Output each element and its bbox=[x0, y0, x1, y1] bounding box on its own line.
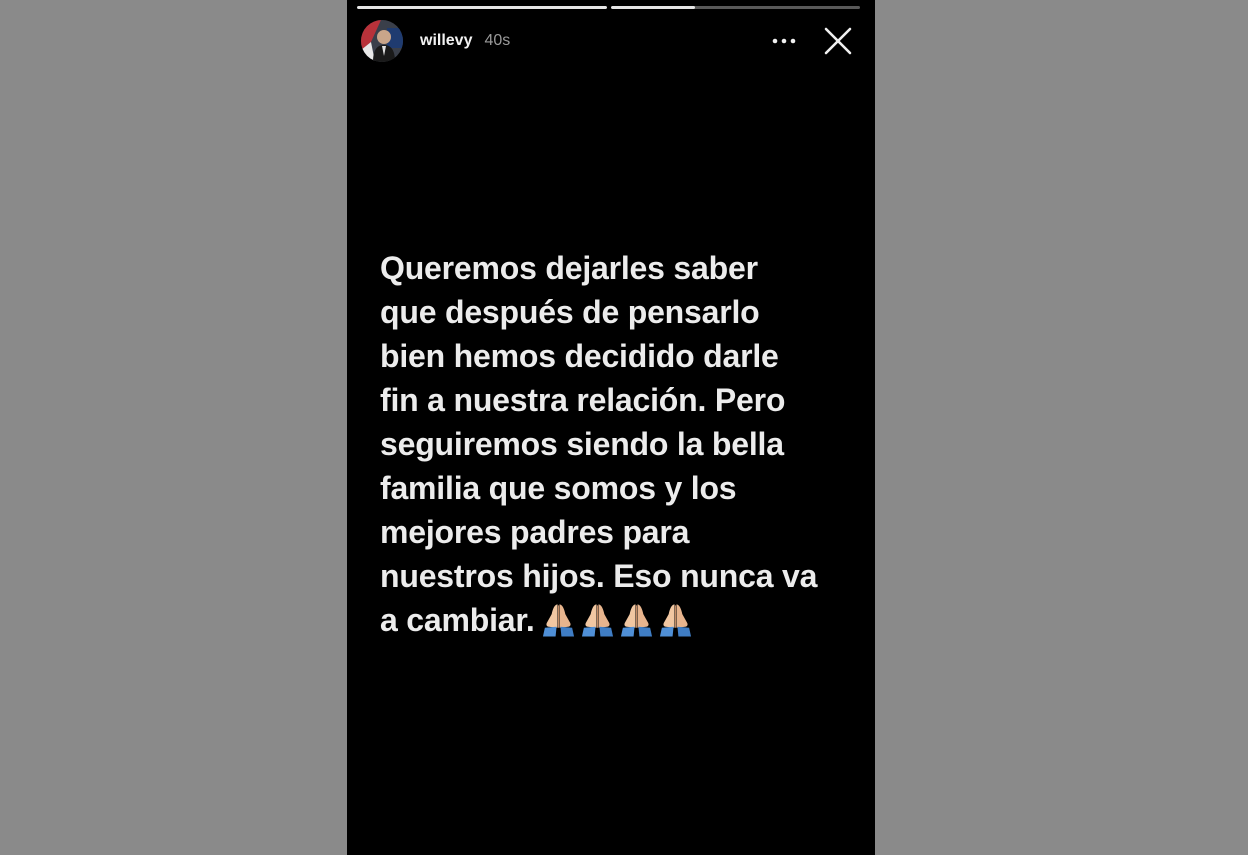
progress-segment-fill bbox=[357, 6, 607, 9]
story-viewer[interactable]: willevy 40s Queremos dejarles saber que … bbox=[347, 0, 875, 855]
emoji-row bbox=[541, 601, 693, 637]
username[interactable]: willevy bbox=[420, 32, 472, 50]
story-message: Queremos dejarles saber que después de p… bbox=[380, 250, 818, 638]
folded-hands-icon bbox=[581, 604, 613, 637]
story-text: Queremos dejarles saber que después de p… bbox=[380, 246, 850, 642]
progress-segment-fill bbox=[610, 6, 696, 9]
more-dots-icon bbox=[772, 38, 796, 44]
folded-hands-icon bbox=[659, 604, 691, 637]
page: willevy 40s Queremos dejarles saber que … bbox=[0, 0, 1248, 855]
story-header: willevy 40s bbox=[361, 19, 855, 63]
folded-hands-icon bbox=[542, 604, 574, 637]
close-icon bbox=[824, 27, 852, 55]
story-progress-bar bbox=[357, 6, 860, 9]
timestamp: 40s bbox=[484, 32, 511, 49]
progress-segment bbox=[610, 6, 860, 9]
progress-segment bbox=[357, 6, 607, 9]
close-button[interactable] bbox=[821, 24, 855, 58]
more-options-button[interactable] bbox=[769, 26, 799, 56]
avatar-image bbox=[361, 20, 403, 62]
folded-hands-icon bbox=[620, 604, 652, 637]
avatar[interactable] bbox=[361, 20, 403, 62]
